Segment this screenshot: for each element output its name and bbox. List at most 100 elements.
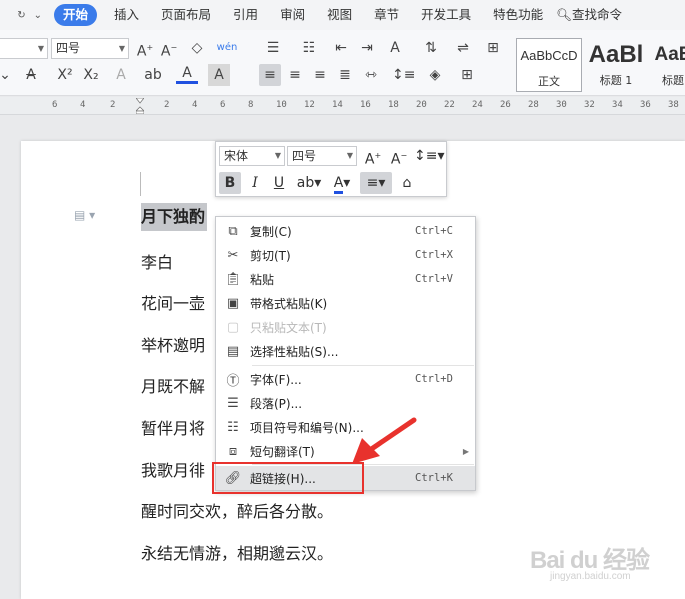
increase-indent-icon[interactable]: ⇥ <box>356 37 378 59</box>
shading-icon[interactable]: ◈ <box>424 64 446 86</box>
document-line[interactable]: 李白 <box>141 249 173 273</box>
align-right-icon[interactable]: ≡ <box>309 64 331 86</box>
menu-item-label: 带格式粘贴(K) <box>250 296 328 311</box>
indent-marker-icon[interactable] <box>136 98 144 114</box>
font-color-icon[interactable]: A <box>176 64 198 84</box>
line-spacing-icon[interactable]: ↕≡ <box>392 64 415 86</box>
ruler-number: 24 <box>472 100 483 110</box>
ruler-number: 16 <box>360 100 371 110</box>
numbering-icon[interactable]: ☷ <box>298 37 320 59</box>
document-line[interactable]: 我歌月徘 <box>141 457 205 481</box>
document-line[interactable]: 举杯邀明 <box>141 332 205 356</box>
mini-font-size-combo[interactable]: 四号 ▼ <box>287 146 357 166</box>
highlight-icon[interactable]: ab▾ <box>294 172 324 194</box>
italic-icon[interactable]: I <box>244 172 266 194</box>
document-line[interactable]: 月既不解 <box>141 373 205 397</box>
menu-item-copy[interactable]: ⧉ 复制(C) Ctrl+C <box>216 219 475 243</box>
clear-format-icon[interactable]: ◇ <box>186 37 208 59</box>
tab-home[interactable]: 开始 <box>54 4 98 26</box>
font-name-combo[interactable]: ▼ <box>0 38 48 59</box>
ruler-number: 34 <box>612 100 623 110</box>
tab-insert[interactable]: 插入 <box>103 4 150 26</box>
highlight-icon[interactable]: ab <box>142 64 164 86</box>
font-icon: Ⓣ <box>226 373 240 389</box>
menu-item-paste-special[interactable]: ▤ 选择性粘贴(S)... <box>216 339 475 363</box>
menu-item-label: 选择性粘贴(S)... <box>250 344 339 359</box>
show-marks-icon[interactable]: ⇌ <box>452 37 474 59</box>
tab-developer[interactable]: 开发工具 <box>410 4 482 26</box>
align-icon[interactable]: ≡▾ <box>360 172 392 194</box>
phonetic-guide-icon[interactable]: wén <box>216 37 238 59</box>
grow-font-icon[interactable]: A+ <box>362 145 384 168</box>
search-command-label: 查找命令 <box>572 7 623 22</box>
strikethrough-icon[interactable]: A <box>20 64 42 86</box>
style-normal[interactable]: AaBbCcD 正文 <box>516 38 582 92</box>
paragraph-icon: ☰ <box>227 395 239 411</box>
menu-item-label: 复制(C) <box>250 224 292 239</box>
document-line[interactable]: 醒时同交欢，醉后各分散。 <box>141 498 333 522</box>
document-title[interactable]: 月下独酌 <box>141 203 208 231</box>
borders-icon[interactable]: ⊞ <box>456 64 478 86</box>
menu-item-shortcut: Ctrl+D <box>415 373 453 385</box>
menu-item-paste[interactable]: 📋︎ 粘贴 Ctrl+V <box>216 267 475 291</box>
underline-icon[interactable]: U <box>268 172 290 194</box>
decrease-indent-icon[interactable]: ⇤ <box>330 37 352 59</box>
sort-icon[interactable]: ⇅ <box>420 37 442 59</box>
distributed-icon[interactable]: ⇿ <box>360 64 382 86</box>
tab-features[interactable]: 特色功能 <box>482 4 554 26</box>
format-painter-icon[interactable]: ⌂ <box>396 172 418 194</box>
ruler-number: 2 <box>110 100 116 110</box>
font-color-icon[interactable]: A▾ <box>328 172 356 194</box>
char-shading-icon[interactable]: A <box>208 64 230 86</box>
mini-font-name-combo[interactable]: 宋体 ▼ <box>219 146 285 166</box>
style-sample: AaBl <box>588 41 644 68</box>
align-left-icon[interactable]: ≡ <box>259 64 281 86</box>
text-direction-icon[interactable]: A <box>384 37 406 59</box>
bullets-icon[interactable]: ☰ <box>262 37 284 59</box>
tab-page-layout[interactable]: 页面布局 <box>150 4 222 26</box>
tab-references[interactable]: 引用 <box>222 4 269 26</box>
redo-icon[interactable]: ↻ <box>17 10 25 21</box>
ruler[interactable]: 6 4 2 2 4 6 8 10 12 14 16 18 20 22 24 26 28 30 32 34 36 38 <box>0 97 685 115</box>
line-spacing-icon[interactable]: ↕≡▾ <box>414 145 445 167</box>
underline-dropdown-icon[interactable]: ⌄ <box>0 64 16 86</box>
tab-chapter[interactable]: 章节 <box>363 4 410 26</box>
menu-item-label: 只粘贴文本(T) <box>250 320 327 335</box>
text-effect-icon[interactable]: A <box>110 64 132 86</box>
superscript-icon[interactable]: X² <box>54 64 76 86</box>
ruler-number: 30 <box>556 100 567 110</box>
bold-icon[interactable]: B <box>219 172 241 194</box>
menu-item-paste-format[interactable]: ▣ 带格式粘贴(K) <box>216 291 475 315</box>
align-center-icon[interactable]: ≡ <box>284 64 306 86</box>
mini-font-size: 四号 <box>292 149 317 163</box>
style-heading-2[interactable]: AaE 标题 <box>648 38 685 92</box>
document-paragraph-icon[interactable]: ▤ ▾ <box>74 208 95 222</box>
copy-icon: ⧉ <box>228 223 238 239</box>
menu-item-cut[interactable]: ✂ 剪切(T) Ctrl+X <box>216 243 475 267</box>
search-command[interactable]: 🔍︎查找命令 <box>554 4 633 26</box>
paste-format-icon: ▣ <box>226 295 240 311</box>
font-size-value: 四号 <box>56 41 81 55</box>
justify-icon[interactable]: ≣ <box>334 64 356 86</box>
chevron-down-icon: ▼ <box>118 44 125 53</box>
tab-review[interactable]: 审阅 <box>269 4 316 26</box>
font-size-combo[interactable]: 四号 ▼ <box>51 38 129 59</box>
quick-access-dropdown-icon[interactable]: ⌄ <box>34 10 42 21</box>
ruler-number: 4 <box>192 100 198 110</box>
menu-separator <box>252 365 474 366</box>
ruler-number: 6 <box>220 100 226 110</box>
shrink-font-icon[interactable]: A− <box>388 145 410 168</box>
table-borders-icon[interactable]: ⊞ <box>482 37 504 59</box>
style-sample: AaE <box>654 44 685 65</box>
subscript-icon[interactable]: X₂ <box>80 64 102 86</box>
document-line[interactable]: 花间一壶 <box>141 290 205 314</box>
menu-item-font[interactable]: Ⓣ 字体(F)... Ctrl+D <box>216 367 475 391</box>
document-line[interactable]: 永结无情游，相期邈云汉。 <box>141 540 333 564</box>
menu-item-label: 字体(F)... <box>250 372 302 387</box>
shrink-font-icon[interactable]: A− <box>158 37 180 60</box>
document-line[interactable]: 暂伴月将 <box>141 415 205 439</box>
grow-font-icon[interactable]: A+ <box>134 37 156 60</box>
tab-view[interactable]: 视图 <box>316 4 363 26</box>
submenu-arrow-icon: ▶ <box>462 446 469 456</box>
style-heading-1[interactable]: AaBl 标题 1 <box>586 38 646 92</box>
